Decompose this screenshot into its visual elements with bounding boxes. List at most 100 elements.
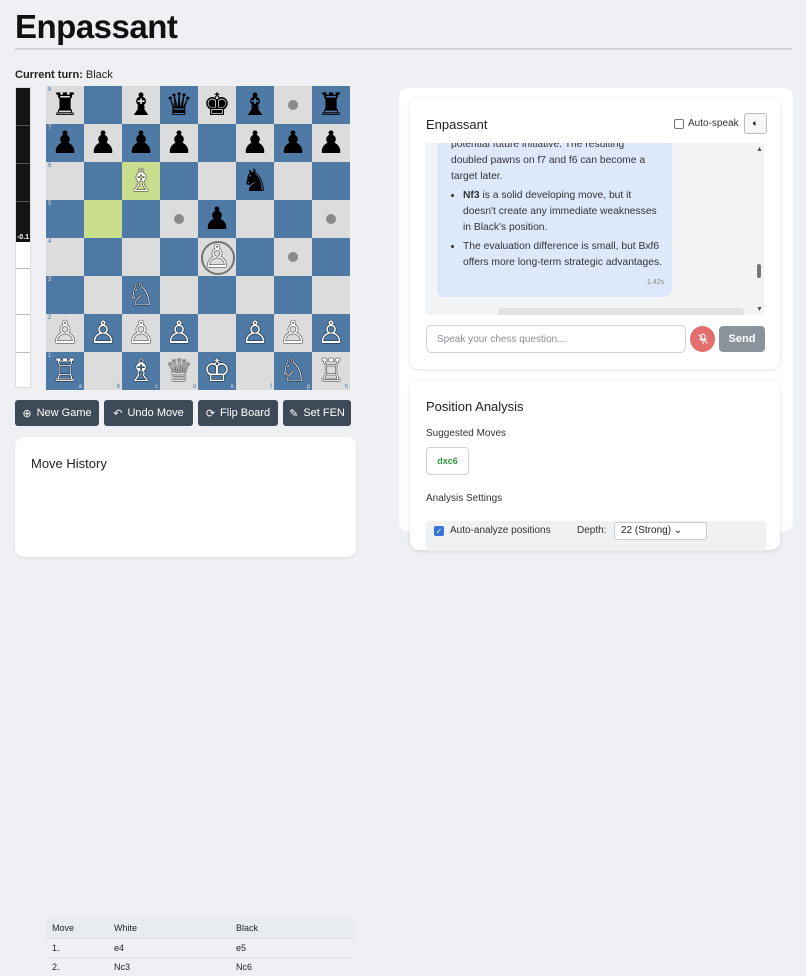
legal-move-dot[interactable] [288,100,298,110]
square-b5[interactable] [84,200,122,238]
table-row[interactable]: 1. e4 e5 [46,939,355,958]
set-fen-button[interactable]: ✎ Set FEN [283,400,351,426]
square-d3[interactable] [160,276,198,314]
square-c6[interactable]: ♗ [122,162,160,200]
black-bishop-piece[interactable]: ♝ [236,86,274,124]
black-pawn-piece[interactable]: ♟ [84,124,122,162]
square-c3[interactable]: ♘ [122,276,160,314]
new-game-button[interactable]: ⊕ New Game [15,400,99,426]
square-c5[interactable] [122,200,160,238]
square-f1[interactable]: f [236,352,274,390]
chat-scrollbar[interactable]: ▲ ▼ [754,143,764,315]
black-knight-piece[interactable]: ♞ [236,162,274,200]
square-a3[interactable]: 3 [46,276,84,314]
white-pawn-piece[interactable]: ♙ [122,314,160,352]
white-bishop-piece[interactable]: ♗ [122,352,160,390]
white-pawn-piece[interactable]: ♙ [160,314,198,352]
legal-move-dot[interactable] [288,252,298,262]
black-king-piece[interactable]: ♚ [198,86,236,124]
mic-button[interactable] [690,326,715,352]
square-h1[interactable]: h♖ [312,352,350,390]
square-c1[interactable]: c♗ [122,352,160,390]
square-f3[interactable] [236,276,274,314]
black-move[interactable]: Nc6 [230,958,355,976]
square-d7[interactable]: ♟ [160,124,198,162]
square-f4[interactable] [236,238,274,276]
square-b3[interactable] [84,276,122,314]
suggested-move-chip[interactable]: dxc6 [426,447,469,475]
square-d5[interactable] [160,200,198,238]
white-king-piece[interactable]: ♔ [198,352,236,390]
chess-board[interactable]: 8♜♝♛♚♝♜7♟♟♟♟♟♟♟6♗♞5♟4♙3♘2♙♙♙♙♙♙♙1a♖bc♗d♕… [46,86,350,390]
square-a7[interactable]: 7♟ [46,124,84,162]
square-c7[interactable]: ♟ [122,124,160,162]
square-e2[interactable] [198,314,236,352]
square-d6[interactable] [160,162,198,200]
square-e5[interactable]: ♟ [198,200,236,238]
scroll-up-icon[interactable]: ▲ [756,146,763,153]
scrollbar-thumb[interactable] [757,264,761,278]
table-row[interactable]: 2. Nc3 Nc6 [46,958,355,976]
auto-analyze-checkbox[interactable]: ✓ [434,526,444,536]
flip-board-button[interactable]: ⟳ Flip Board [198,400,278,426]
black-pawn-piece[interactable]: ♟ [274,124,312,162]
square-g2[interactable]: ♙ [274,314,312,352]
black-pawn-piece[interactable]: ♟ [160,124,198,162]
square-e1[interactable]: e♔ [198,352,236,390]
square-g5[interactable] [274,200,312,238]
chat-question-input[interactable] [426,325,686,353]
square-h2[interactable]: ♙ [312,314,350,352]
white-pawn-piece[interactable]: ♙ [46,314,84,352]
white-pawn-piece[interactable]: ♙ [236,314,274,352]
square-d1[interactable]: d♕ [160,352,198,390]
square-c8[interactable]: ♝ [122,86,160,124]
square-a8[interactable]: 8♜ [46,86,84,124]
black-pawn-piece[interactable]: ♟ [122,124,160,162]
square-h5[interactable] [312,200,350,238]
square-g1[interactable]: g♘ [274,352,312,390]
square-e3[interactable] [198,276,236,314]
square-a4[interactable]: 4 [46,238,84,276]
black-pawn-piece[interactable]: ♟ [236,124,274,162]
square-g3[interactable] [274,276,312,314]
square-d4[interactable] [160,238,198,276]
square-e8[interactable]: ♚ [198,86,236,124]
white-move[interactable]: Nc3 [108,958,230,976]
square-f2[interactable]: ♙ [236,314,274,352]
square-g8[interactable] [274,86,312,124]
legal-move-dot[interactable] [326,214,336,224]
black-move[interactable]: e5 [230,939,355,958]
square-b2[interactable]: ♙ [84,314,122,352]
black-pawn-piece[interactable]: ♟ [312,124,350,162]
square-g6[interactable] [274,162,312,200]
white-rook-piece[interactable]: ♖ [312,352,350,390]
square-a6[interactable]: 6 [46,162,84,200]
white-pawn-piece[interactable]: ♙ [84,314,122,352]
square-f5[interactable] [236,200,274,238]
capture-target-ring[interactable] [201,241,235,275]
square-a1[interactable]: 1a♖ [46,352,84,390]
square-h7[interactable]: ♟ [312,124,350,162]
square-c2[interactable]: ♙ [122,314,160,352]
white-knight-piece[interactable]: ♘ [274,352,312,390]
square-g7[interactable]: ♟ [274,124,312,162]
white-pawn-piece[interactable]: ♙ [274,314,312,352]
square-b1[interactable]: b [84,352,122,390]
black-queen-piece[interactable]: ♛ [160,86,198,124]
square-d8[interactable]: ♛ [160,86,198,124]
white-knight-piece[interactable]: ♘ [122,276,160,314]
square-f6[interactable]: ♞ [236,162,274,200]
chat-messages[interactable]: potential future initiative. The resulti… [426,143,764,315]
square-f8[interactable]: ♝ [236,86,274,124]
white-bishop-piece[interactable]: ♗ [122,162,160,200]
square-d2[interactable]: ♙ [160,314,198,352]
white-pawn-piece[interactable]: ♙ [312,314,350,352]
square-b8[interactable] [84,86,122,124]
depth-select[interactable]: 22 (Strong) ⌄ [614,522,707,540]
auto-speak-checkbox[interactable] [674,119,684,129]
square-b4[interactable] [84,238,122,276]
square-b7[interactable]: ♟ [84,124,122,162]
white-rook-piece[interactable]: ♖ [46,352,84,390]
scroll-down-icon[interactable]: ▼ [756,306,763,313]
square-f7[interactable]: ♟ [236,124,274,162]
